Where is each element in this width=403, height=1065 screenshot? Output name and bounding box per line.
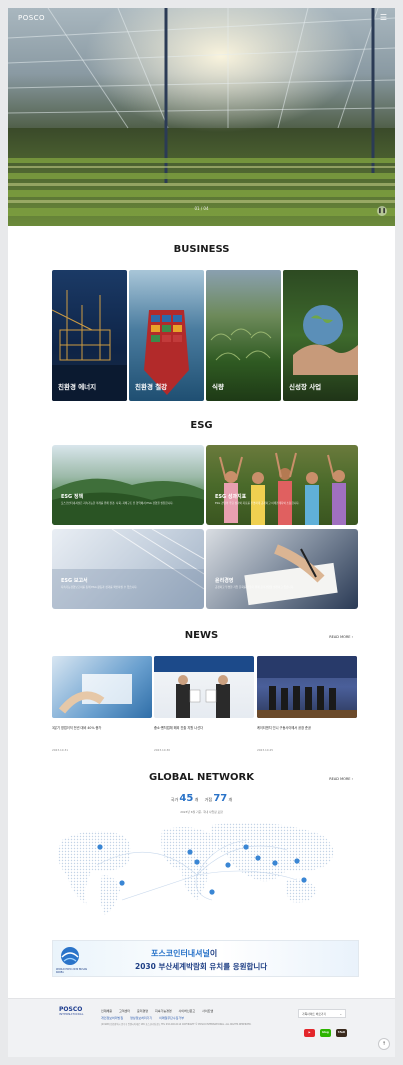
global-more-link[interactable]: READ MORE ›: [329, 777, 353, 781]
news-item-date: 2023.10.25: [257, 748, 274, 752]
footer-logo[interactable]: POSCO INTERNATIONAL: [59, 1007, 84, 1017]
youtube-icon[interactable]: ▶: [304, 1029, 315, 1037]
footer-link[interactable]: 사이버신문고: [179, 1009, 196, 1013]
hamburger-icon[interactable]: ☰: [380, 13, 387, 22]
news-image[interactable]: [257, 656, 357, 718]
countries-count: 45: [179, 793, 194, 804]
footer-policy-link[interactable]: 이메일무단수집거부: [159, 1016, 184, 1020]
report-image: [52, 529, 204, 609]
news-image[interactable]: [52, 656, 152, 718]
world-map: [58, 822, 334, 915]
bases-label: 거점: [204, 797, 213, 802]
kakao-talk-icon[interactable]: TALK: [336, 1029, 347, 1037]
news-item-date: 2023.10.30: [154, 748, 171, 752]
business-label: 식량: [212, 383, 224, 391]
factory-opening-image: [257, 656, 357, 718]
footer-links: 인재채용 고객센터 윤리경영 지속가능경영 사이버신문고 사이트맵: [101, 1009, 219, 1013]
esg-card-title: 윤리경영: [215, 578, 234, 584]
countries-unit: 개: [194, 797, 199, 802]
news-item-date: 2023.10.31: [52, 748, 69, 752]
footer-link[interactable]: 고객센터: [119, 1009, 130, 1013]
document-hand-image: [58, 674, 132, 714]
footer-policy-link[interactable]: 영상정보처리기기: [130, 1016, 152, 1020]
business-card-steel[interactable]: 친환경 철강: [129, 270, 204, 401]
esg-card-title: ESG 보고서: [61, 578, 88, 584]
footer-policy-link[interactable]: 개인정보처리방침: [101, 1016, 123, 1020]
news-more-label: READ MORE: [329, 635, 351, 639]
bases-unit: 개: [228, 797, 233, 802]
esg-card-report[interactable]: ESG 보고서 지속가능경영보고서를 통해 ESG 활동과 성과를 확인하실 수…: [52, 529, 204, 609]
esg-card-performance[interactable]: ESG 성과지표 ESG 경영의 주요 성과와 지표를 투명하게 공개하고 이해…: [206, 445, 358, 525]
family-site-select[interactable]: 가족사이트 바로가기 ⌄: [298, 1009, 346, 1018]
news-item-title[interactable]: 케이티앤지 인니 구동사이에서 공장 준공: [257, 725, 357, 730]
pause-icon[interactable]: ❚❚: [377, 206, 387, 216]
footer-link[interactable]: 윤리경영: [137, 1009, 148, 1013]
esg-card-desc: ESG 경영의 주요 성과와 지표를 투명하게 공개하고 이해관계자와 소통합니…: [215, 502, 300, 505]
cheering-kids-image: [219, 452, 346, 525]
bases-count: 77: [213, 793, 228, 804]
expo-logo-text: WORLD EXPO 2030 BUSAN KOREA: [56, 968, 88, 974]
business-title: BUSINESS: [173, 244, 230, 255]
footer-address: (21998) 인천광역시 연수구 컨벤시아대로 165 포스코타워-송도 TE…: [101, 1023, 252, 1026]
network-note: 2023년 6월 기준, 국내 사업장 포함: [180, 810, 223, 814]
agreement-ceremony-image: [154, 656, 254, 718]
banner-line1-rest: 이: [209, 949, 218, 958]
esg-card-desc: 지속가능경영보고서를 통해 ESG 활동과 성과를 확인하실 수 있습니다.: [61, 586, 138, 589]
page: POSCO ☰ 01 / 04 ❚❚ BUSINESS 친환경 에너지 친환경 …: [8, 8, 395, 1057]
business-label: 친환경 에너지: [58, 383, 97, 391]
countries-label: 국가: [170, 797, 179, 802]
footer-policy-links: 개인정보처리방침 영상정보처리기기 이메일무단수집거부: [101, 1016, 190, 1020]
business-card-food[interactable]: 식량: [206, 270, 281, 401]
site-logo[interactable]: POSCO: [18, 14, 45, 22]
business-card-energy[interactable]: 친환경 에너지: [52, 270, 127, 401]
forest-image: [52, 478, 204, 525]
family-site-label: 가족사이트 바로가기: [302, 1012, 327, 1016]
banner-highlight: 포스코인터내셔널: [151, 949, 210, 958]
banner-line2: 2030 부산세계박람회 유치를 응원합니다: [135, 962, 268, 971]
esg-card-title: ESG 성과지표: [215, 494, 247, 500]
hero-slider[interactable]: POSCO ☰ 01 / 04 ❚❚: [8, 8, 395, 226]
business-label: 친환경 철강: [135, 383, 168, 391]
footer-logo-sub: INTERNATIONAL: [59, 1013, 84, 1016]
business-card-new-growth[interactable]: 신성장 사업: [283, 270, 358, 401]
slide-counter: 01 / 04: [194, 206, 209, 211]
expo-banner[interactable]: WORLD EXPO 2030 BUSAN KOREA 포스코인터내셔널이 20…: [52, 940, 359, 977]
esg-card-ethics[interactable]: 윤리경영 공정하고 투명한 기업 문화를 만들기 위해 윤리경영을 실천하고 있…: [206, 529, 358, 609]
footer: POSCO INTERNATIONAL 인재채용 고객센터 윤리경영 지속가능경…: [8, 998, 395, 1057]
esg-card-title: ESG 정책: [61, 494, 84, 500]
signing-image: [244, 544, 338, 606]
footer-link[interactable]: 인재채용: [101, 1009, 112, 1013]
global-more-label: READ MORE: [329, 777, 351, 781]
news-item-title[interactable]: 중소·벤처업체 해외 진출 지원 나선다: [154, 725, 254, 730]
arrow-up-icon[interactable]: ↑: [378, 1038, 390, 1050]
business-label: 신성장 사업: [289, 383, 322, 391]
news-more-link[interactable]: READ MORE ›: [329, 635, 353, 639]
esg-card-desc: 포스코인터내셔널은 지속가능한 미래를 위해 환경, 사회, 지배구조 전 영역…: [61, 502, 174, 505]
chevron-down-icon: ⌄: [339, 1012, 342, 1016]
esg-card-desc: 공정하고 투명한 기업 문화를 만들기 위해 윤리경영을 실천하고 있습니다.: [215, 586, 295, 589]
news-item-title[interactable]: 3분기 영업이익 전년 대비 40% 증가: [52, 725, 152, 730]
blog-icon[interactable]: blog: [320, 1029, 331, 1037]
esg-title: ESG: [190, 420, 213, 431]
network-stats: 국가 45 개 거점 77 개: [8, 793, 395, 804]
footer-link[interactable]: 지속가능경영: [155, 1009, 172, 1013]
news-image[interactable]: [154, 656, 254, 718]
banner-line1: 포스코인터내셔널이: [151, 948, 217, 959]
esg-card-policy[interactable]: ESG 정책 포스코인터내셔널은 지속가능한 미래를 위해 환경, 사회, 지배…: [52, 445, 204, 525]
footer-link[interactable]: 사이트맵: [202, 1009, 213, 1013]
greenhouse-image: [8, 8, 395, 226]
